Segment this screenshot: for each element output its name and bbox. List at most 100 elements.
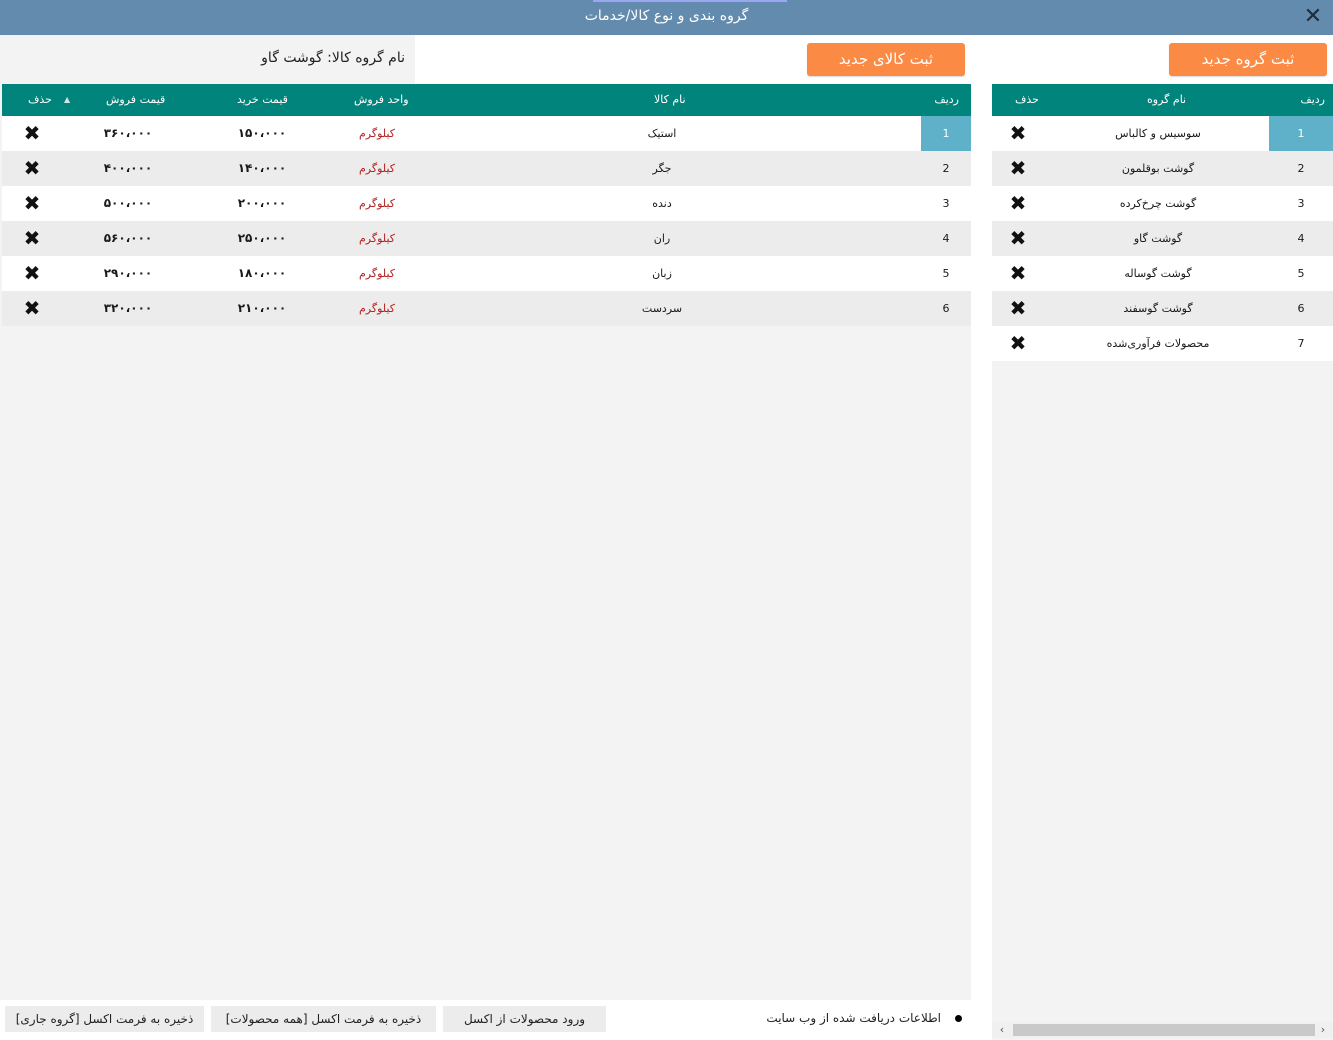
sale-unit: کیلوگرم: [359, 232, 395, 245]
product-row[interactable]: 2 جگر کیلوگرم ۱۴۰،۰۰۰ ۴۰۰،۰۰۰ ✖: [2, 151, 971, 186]
row-number: 5: [1297, 267, 1305, 280]
product-row[interactable]: 1 استیک کیلوگرم ۱۵۰،۰۰۰ ۳۶۰،۰۰۰ ✖: [2, 116, 971, 151]
col-header-delete[interactable]: حذف: [28, 93, 52, 106]
delete-x-icon[interactable]: ✖: [1006, 116, 1030, 151]
footer-bar: ذخیره به فرمت اکسل [گروه جاری] ذخیره به …: [0, 1000, 992, 1040]
col-header-group-name[interactable]: نام گروه: [1147, 93, 1186, 106]
sell-price: ۳۲۰،۰۰۰: [103, 301, 153, 315]
col-header-unit[interactable]: واحد فروش: [354, 93, 409, 106]
product-row[interactable]: 5 زبان کیلوگرم ۱۸۰،۰۰۰ ۲۹۰،۰۰۰ ✖: [2, 256, 971, 291]
buy-price: ۲۰۰،۰۰۰: [237, 196, 287, 210]
product-name: سردست: [641, 302, 683, 315]
import-products-button[interactable]: ورود محصولات از اکسل: [443, 1006, 606, 1032]
buy-price: ۱۸۰،۰۰۰: [237, 266, 287, 280]
group-name: گوشت گاو: [1133, 232, 1183, 245]
delete-x-icon[interactable]: ✖: [20, 256, 44, 291]
delete-x-icon[interactable]: ✖: [20, 291, 44, 326]
product-row[interactable]: 3 دنده کیلوگرم ۲۰۰،۰۰۰ ۵۰۰،۰۰۰ ✖: [2, 186, 971, 221]
buy-price: ۱۴۰،۰۰۰: [237, 161, 287, 175]
delete-x-icon[interactable]: ✖: [1006, 291, 1030, 326]
sale-unit: کیلوگرم: [359, 197, 395, 210]
export-current-group-button[interactable]: ذخیره به فرمت اکسل [گروه جاری]: [5, 1006, 204, 1032]
close-icon[interactable]: ✕: [1301, 4, 1325, 30]
scroll-left-icon[interactable]: ‹: [994, 1022, 1010, 1038]
sell-price: ۵۰۰،۰۰۰: [103, 196, 153, 210]
groups-horizontal-scrollbar[interactable]: ‹ ›: [992, 1022, 1333, 1038]
title-accent-line: [593, 0, 787, 2]
group-name: گوشت چرخ‌کرده: [1119, 197, 1197, 210]
col-header-row[interactable]: ردیف: [934, 93, 959, 106]
group-row[interactable]: 6 گوشت گوسفند ✖: [992, 291, 1333, 326]
delete-x-icon[interactable]: ✖: [20, 186, 44, 221]
delete-x-icon[interactable]: ✖: [1006, 186, 1030, 221]
row-number: 2: [1297, 162, 1305, 175]
row-number: 6: [942, 302, 950, 315]
product-name: ران: [653, 232, 671, 245]
sell-price: ۵۶۰،۰۰۰: [103, 231, 153, 245]
buy-price: ۲۱۰،۰۰۰: [237, 301, 287, 315]
row-number: 3: [1297, 197, 1305, 210]
group-row[interactable]: 7 محصولات فرآوری‌شده ✖: [992, 326, 1333, 361]
buy-price: ۲۵۰،۰۰۰: [237, 231, 287, 245]
delete-x-icon[interactable]: ✖: [20, 221, 44, 256]
group-name: سوسیس و کالباس: [1115, 127, 1201, 140]
sell-price: ۳۶۰،۰۰۰: [103, 126, 153, 140]
sale-unit: کیلوگرم: [359, 302, 395, 315]
sale-unit: کیلوگرم: [359, 162, 395, 175]
app-window: گروه بندی و نوع کالا/خدمات ✕ ثبت کالای ج…: [0, 0, 1333, 1040]
group-row[interactable]: 2 گوشت بوقلمون ✖: [992, 151, 1333, 186]
status-dot-icon: [955, 1015, 962, 1022]
product-name: استیک: [647, 127, 677, 140]
delete-x-icon[interactable]: ✖: [1006, 256, 1030, 291]
sale-unit: کیلوگرم: [359, 267, 395, 280]
col-header-name[interactable]: نام کالا: [654, 93, 686, 106]
scroll-right-icon[interactable]: ›: [1315, 1022, 1331, 1038]
groups-panel: ثبت گروه جدید ردیف نام گروه حذف 1 سوسیس و…: [992, 35, 1333, 1040]
groups-grid-header: ردیف نام گروه حذف: [992, 84, 1333, 116]
col-header-buy-price[interactable]: قیمت خرید: [237, 93, 288, 106]
add-group-button[interactable]: ثبت گروه جدید: [1169, 43, 1327, 76]
row-number: 4: [1297, 232, 1305, 245]
delete-x-icon[interactable]: ✖: [1006, 326, 1030, 361]
row-number: 2: [942, 162, 950, 175]
group-row[interactable]: 4 گوشت گاو ✖: [992, 221, 1333, 256]
delete-x-icon[interactable]: ✖: [20, 151, 44, 186]
products-panel: ثبت کالای جدید نام گروه کالا: گوشت گاو ر…: [0, 35, 971, 1000]
group-name: محصولات فرآوری‌شده: [1106, 337, 1210, 350]
sell-price: ۴۰۰،۰۰۰: [103, 161, 153, 175]
status-indicator: اطلاعات دریافت شده از وب سایت: [752, 1011, 962, 1025]
delete-x-icon[interactable]: ✖: [1006, 151, 1030, 186]
row-number: 1: [921, 116, 971, 151]
col-header-row[interactable]: ردیف: [1300, 93, 1325, 106]
sell-price: ۲۹۰،۰۰۰: [103, 266, 153, 280]
product-name: جگر: [652, 162, 672, 175]
product-row[interactable]: 4 ران کیلوگرم ۲۵۰،۰۰۰ ۵۶۰،۰۰۰ ✖: [2, 221, 971, 256]
scrollbar-thumb[interactable]: [1013, 1024, 1315, 1036]
product-name: زبان: [652, 267, 672, 280]
group-row[interactable]: 5 گوشت گوساله ✖: [992, 256, 1333, 291]
sale-unit: کیلوگرم: [359, 127, 395, 140]
delete-x-icon[interactable]: ✖: [20, 116, 44, 151]
col-header-sell-price[interactable]: قیمت فروش: [106, 93, 165, 106]
col-header-delete[interactable]: حذف: [1015, 93, 1039, 106]
group-row[interactable]: 1 سوسیس و کالباس ✖: [992, 116, 1333, 151]
group-row[interactable]: 3 گوشت چرخ‌کرده ✖: [992, 186, 1333, 221]
products-grid-header: ردیف نام کالا واحد فروش قیمت خرید قیمت ف…: [2, 84, 971, 116]
add-product-button[interactable]: ثبت کالای جدید: [807, 43, 965, 76]
row-number: 1: [1269, 116, 1333, 151]
group-name: گوشت گوسفند: [1123, 302, 1193, 315]
group-name: گوشت گوساله: [1124, 267, 1192, 280]
group-name: گوشت بوقلمون: [1121, 162, 1195, 175]
window-title: گروه بندی و نوع کالا/خدمات: [584, 8, 749, 24]
sort-up-icon[interactable]: ▲: [64, 95, 70, 104]
row-number: 5: [942, 267, 950, 280]
product-name: دنده: [652, 197, 672, 210]
delete-x-icon[interactable]: ✖: [1006, 221, 1030, 256]
current-group-label: نام گروه کالا: گوشت گاو: [261, 50, 405, 66]
row-number: 6: [1297, 302, 1305, 315]
row-number: 7: [1297, 337, 1305, 350]
row-number: 3: [942, 197, 950, 210]
product-row[interactable]: 6 سردست کیلوگرم ۲۱۰،۰۰۰ ۳۲۰،۰۰۰ ✖: [2, 291, 971, 326]
buy-price: ۱۵۰،۰۰۰: [237, 126, 287, 140]
export-all-products-button[interactable]: ذخیره به فرمت اکسل [همه محصولات]: [211, 1006, 436, 1032]
